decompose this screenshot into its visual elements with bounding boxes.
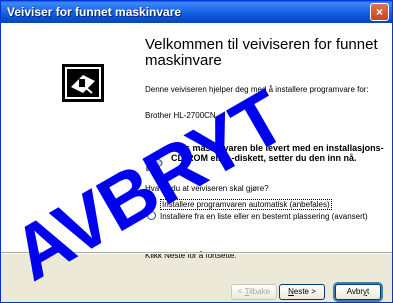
radio-auto-install[interactable] bbox=[147, 199, 156, 208]
cancel-label-end: t bbox=[367, 287, 370, 296]
close-button[interactable]: × bbox=[370, 3, 389, 21]
intro-text: Denne veiviseren hjelper deg med å insta… bbox=[145, 85, 369, 94]
cancel-label-start: Avbr bbox=[346, 287, 364, 296]
wizard-window: Veiviser for funnet maskinvare × Velkomm… bbox=[0, 0, 393, 303]
option-list-install[interactable]: Installere fra en liste eller en bestemt… bbox=[147, 211, 368, 221]
title-bar[interactable]: Veiviser for funnet maskinvare × bbox=[1, 1, 392, 23]
button-separator bbox=[1, 252, 392, 254]
back-prefix: < bbox=[237, 287, 245, 296]
wizard-heading: Velkommen til veiviseren for funnet mask… bbox=[145, 36, 378, 69]
back-label: ilbake bbox=[249, 287, 271, 296]
cd-disk-icon bbox=[146, 158, 163, 171]
option-list-label: Installere fra en liste eller en bestemt… bbox=[160, 212, 368, 221]
device-model: Brother HL-2700CN bbox=[145, 111, 216, 120]
radio-list-install[interactable] bbox=[147, 211, 156, 220]
cd-instruction: Hvis maskinvaren ble levert med en insta… bbox=[171, 143, 384, 163]
next-label: este > bbox=[293, 287, 316, 296]
option-auto-label: Installere programvaren automatisk (anbe… bbox=[160, 199, 332, 210]
question-text: Hva vil du at veiviseren skal gjøre? bbox=[145, 184, 269, 193]
wizard-content: Velkommen til veiviseren for funnet mask… bbox=[131, 23, 392, 260]
option-auto-install[interactable]: Installere programvaren automatisk (anbe… bbox=[147, 199, 332, 210]
wizard-sidebar bbox=[1, 23, 131, 252]
next-button[interactable]: Neste > bbox=[279, 284, 325, 300]
cancel-button[interactable]: Avbryt bbox=[335, 284, 381, 300]
hardware-wizard-icon bbox=[62, 64, 104, 102]
back-button[interactable]: < Tilbake bbox=[231, 284, 277, 300]
window-title: Veiviser for funnet maskinvare bbox=[7, 5, 182, 19]
